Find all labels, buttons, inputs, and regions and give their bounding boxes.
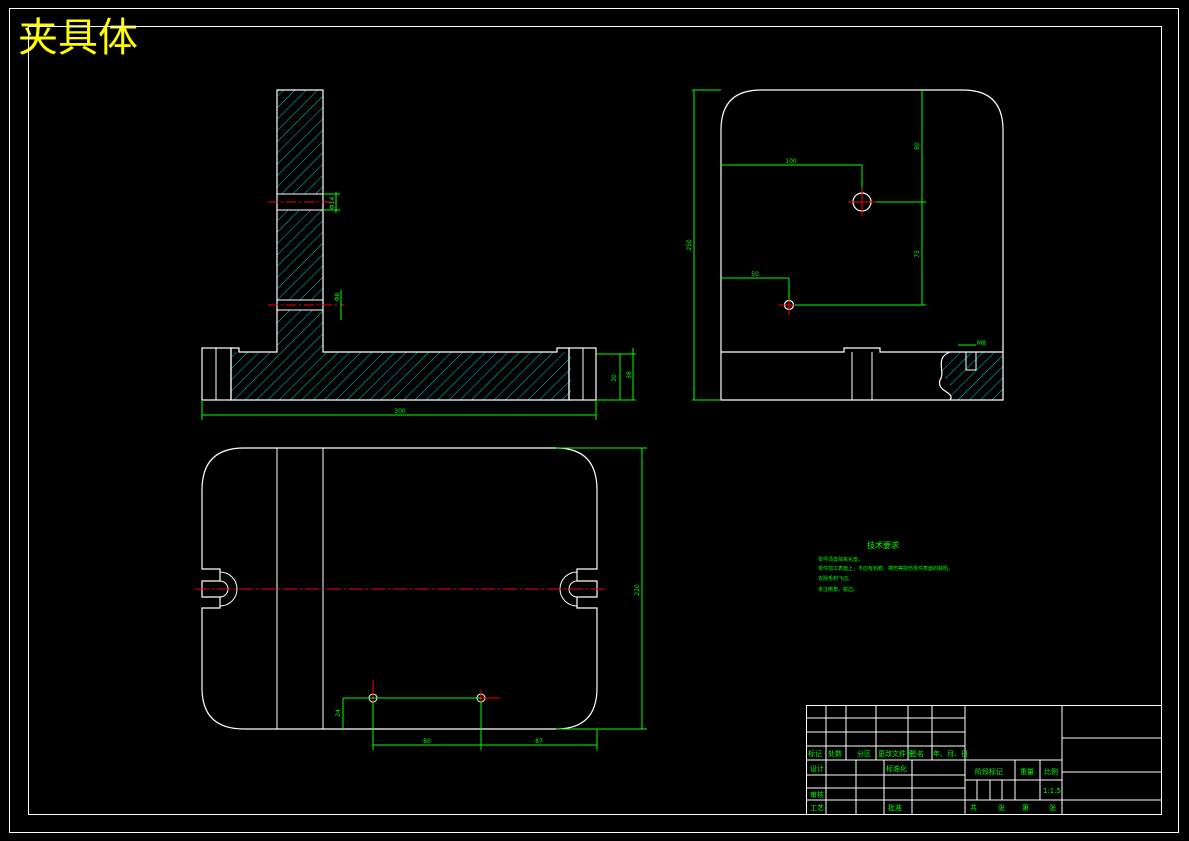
side-view: 250 100 50 80 75 M8 xyxy=(686,89,1004,401)
dim-hole-edge: 87 xyxy=(535,738,543,745)
dim-hole-x: 100 xyxy=(785,158,797,165)
tb-sheets-unit1: 张 xyxy=(998,803,1005,812)
tb-standardize: 标准化 xyxy=(886,764,907,773)
front-hatch-base xyxy=(231,352,571,400)
dim-top-width: 220 xyxy=(634,584,641,596)
front-view: Φ14 Φ8 30 38 300 xyxy=(201,89,636,420)
tb-check: 审核 xyxy=(810,790,824,799)
inner-border xyxy=(28,26,1162,815)
tech-note-1: 零件须去除氧化皮。 xyxy=(818,556,863,563)
tb-header-zone: 分区 xyxy=(857,749,871,758)
tb-sheets-no: 第 xyxy=(1022,803,1029,812)
dim-length: 300 xyxy=(394,408,406,415)
tech-heading: 技术要求 xyxy=(867,540,899,550)
front-hatch-vertical xyxy=(277,90,323,352)
tb-stage-mark: 阶段标记 xyxy=(975,767,1003,776)
tb-header-count: 处数 xyxy=(828,749,842,758)
dim-hole-lower: Φ8 xyxy=(334,293,341,302)
tb-sheets-total: 共 xyxy=(970,803,977,812)
title-block xyxy=(806,705,1162,815)
dim-hole-y: 80 xyxy=(914,142,921,150)
tb-process: 工艺 xyxy=(810,804,824,812)
tb-design: 设计 xyxy=(810,764,824,773)
tech-note-4: 未注倒角，锐边。 xyxy=(818,586,858,593)
tb-scale-label: 比例 xyxy=(1044,767,1058,776)
dim-total-height: 250 xyxy=(686,239,693,251)
dim-small-x: 50 xyxy=(751,271,759,278)
dim-hole-upper: Φ14 xyxy=(329,197,336,210)
tb-weight: 重量 xyxy=(1020,768,1034,776)
tb-header-docno: 更改文件号 xyxy=(878,749,913,758)
dim-offset: 75 xyxy=(914,250,921,258)
side-hatch-right xyxy=(939,352,1003,400)
tech-note-3: 去除毛刺飞边。 xyxy=(818,575,853,582)
tb-approve: 批准 xyxy=(888,803,902,812)
tb-header-sign: 签名 xyxy=(910,749,924,758)
tech-requirements: 技术要求 零件须去除氧化皮。 零件加工表面上，不应有划痕、擦伤等损伤零件表面的缺… xyxy=(818,540,953,593)
dim-hole-offset: 24 xyxy=(335,709,342,717)
top-view: 220 24 80 87 xyxy=(195,447,647,750)
tb-scale: 1:1.5 xyxy=(1043,787,1061,795)
tb-sheets-unit2: 张 xyxy=(1049,803,1056,812)
cad-drawing: Φ14 Φ8 30 38 300 250 100 50 80 75 M8 220… xyxy=(9,8,1179,833)
dim-thread: M8 xyxy=(977,340,986,347)
tb-header-mark: 标记 xyxy=(808,749,822,758)
dim-height-outer: 38 xyxy=(626,371,633,379)
dim-hole-spacing: 80 xyxy=(423,738,431,745)
dim-height-inner: 30 xyxy=(611,374,618,382)
tb-header-date: 年、月、日 xyxy=(933,749,968,758)
tech-note-2: 零件加工表面上，不应有划痕、擦伤等损伤零件表面的缺陷。 xyxy=(818,565,953,572)
